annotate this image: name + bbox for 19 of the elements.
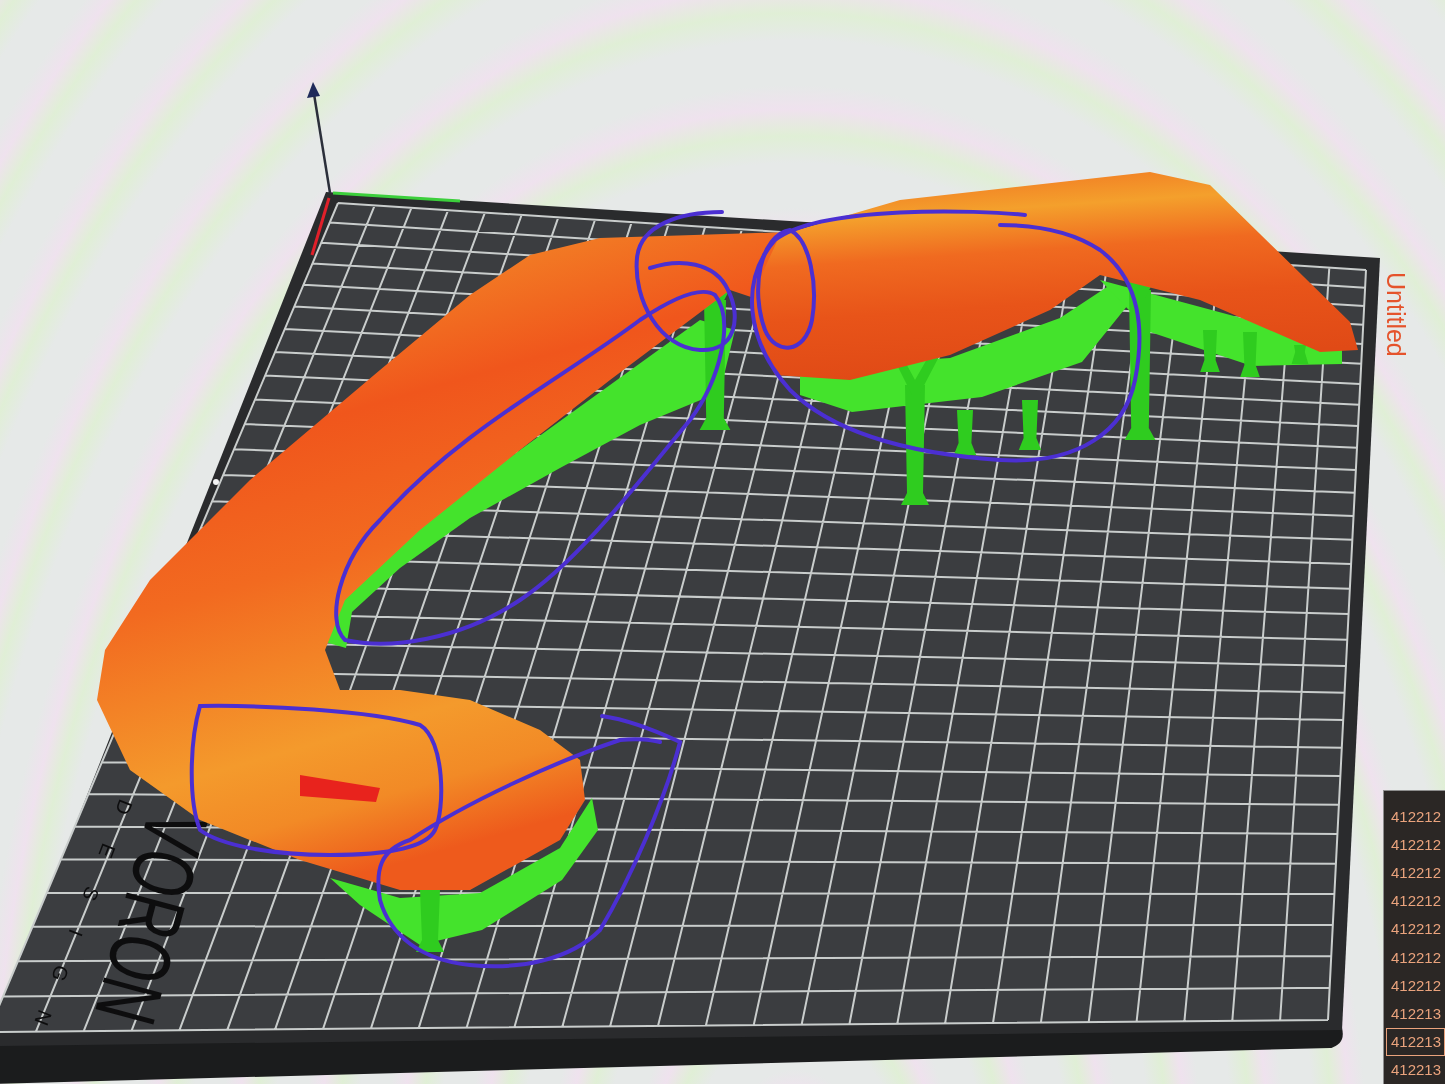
layer-number[interactable]: 412212: [1386, 830, 1445, 859]
layer-number[interactable]: 412212: [1386, 971, 1445, 1000]
layer-number[interactable]: 412213: [1386, 1027, 1445, 1056]
support-tree: [1018, 400, 1042, 450]
support-tree: [1240, 332, 1260, 377]
model-title: Untitled: [1383, 272, 1408, 357]
layer-number[interactable]: 412212: [1386, 858, 1445, 887]
support-tree: [953, 410, 977, 455]
layer-number[interactable]: 412212: [1386, 914, 1445, 943]
support-tree: [1291, 345, 1309, 364]
layer-number[interactable]: 412212: [1386, 802, 1445, 831]
layer-number[interactable]: 412212: [1386, 942, 1445, 972]
layer-number[interactable]: 412213: [1386, 1055, 1445, 1084]
x-axis-line: [310, 197, 331, 256]
dot-icon: [213, 479, 219, 485]
layer-number[interactable]: 412212: [1386, 886, 1445, 915]
support-tree: [416, 890, 444, 952]
support-tree: [1200, 330, 1220, 372]
layer-number[interactable]: 412213: [1386, 999, 1445, 1028]
